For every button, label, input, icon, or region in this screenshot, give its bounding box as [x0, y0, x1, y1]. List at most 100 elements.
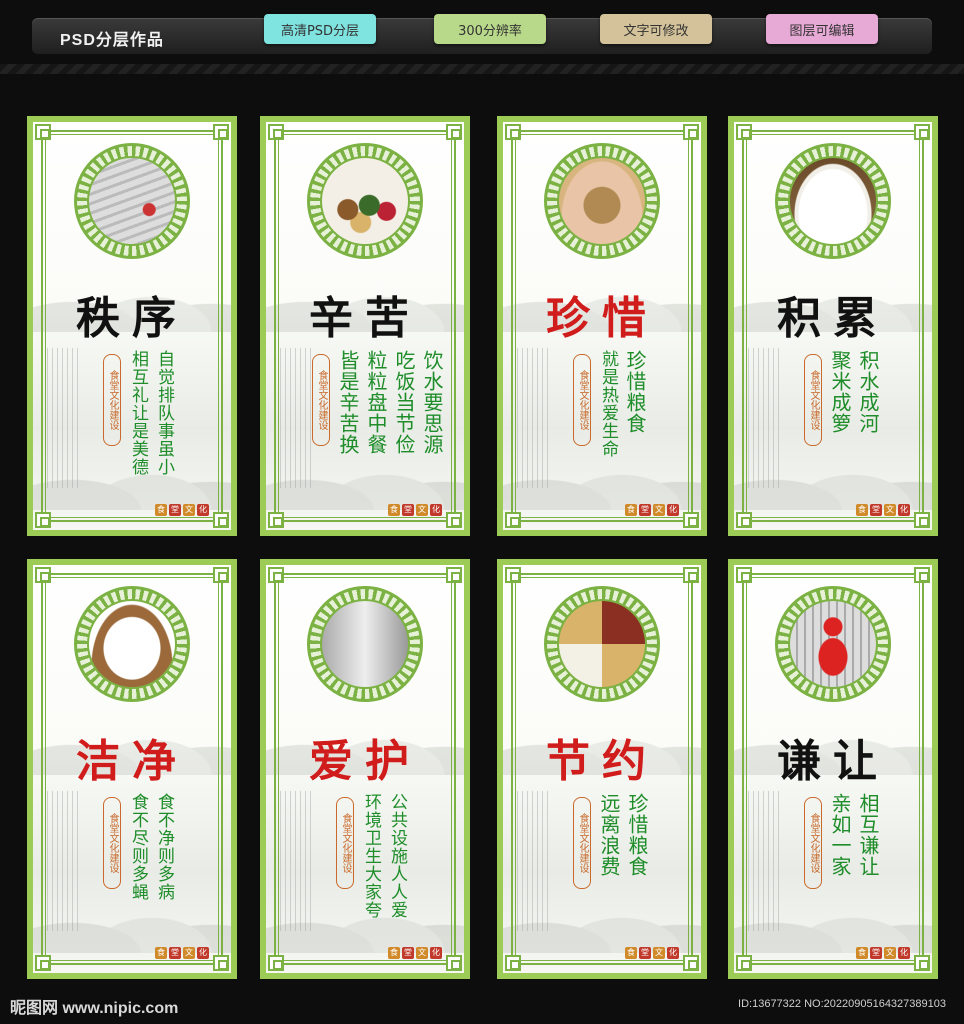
stamp-char: 堂 — [402, 947, 414, 959]
queue-figures-icon — [87, 156, 177, 246]
medallion-frame — [544, 586, 660, 702]
stamp-char: 化 — [430, 947, 442, 959]
poster-panel: 珍惜 食堂文化建设 珍惜粮食 就是热爱生命食堂文化 — [497, 116, 707, 536]
stamp-char: 文 — [884, 947, 896, 959]
motto-columns: 公共设施人人爱 环境卫生大家夸 — [360, 793, 408, 919]
poster-body: 辛苦 食堂文化建设 饮水要思源 吃饭当节俭 粒粒盘中餐 皆是辛苦换食堂文化 — [266, 122, 464, 530]
motto-columns: 积水成河 聚米成箩 — [828, 350, 880, 434]
canteen-culture-seal: 食堂文化建设 — [312, 354, 330, 446]
stamp-char: 堂 — [870, 504, 882, 516]
culture-stamp: 食堂文化 — [856, 504, 910, 516]
rice-basket-icon — [788, 156, 878, 246]
corner-ornament-icon — [914, 567, 930, 583]
medallion-frame — [775, 143, 891, 259]
divider-stripe — [0, 64, 964, 74]
corner-ornament-icon — [35, 512, 51, 528]
corner-ornament-icon — [683, 567, 699, 583]
stamp-char: 食 — [388, 947, 400, 959]
motto-line: 自觉排队事虽小 — [154, 350, 174, 476]
medallion-frame — [775, 586, 891, 702]
corner-ornament-icon — [446, 567, 462, 583]
tag-editable-layers: 图层可编辑 — [766, 14, 878, 44]
steel-pots-icon — [320, 599, 410, 689]
corner-ornament-icon — [683, 955, 699, 971]
stamp-char: 食 — [625, 504, 637, 516]
motto-columns: 珍惜粮食 就是热爱生命 — [597, 350, 647, 458]
motto-line: 粒粒盘中餐 — [364, 350, 388, 455]
decorative-text-texture — [280, 791, 314, 931]
canteen-culture-seal: 食堂文化建设 — [804, 354, 822, 446]
stamp-char: 化 — [197, 504, 209, 516]
motto-columns: 食不净则多病 食不尽则多蝇 — [127, 793, 175, 901]
corner-ornament-icon — [268, 567, 284, 583]
motto-line: 相互谦让 — [856, 793, 880, 877]
stamp-char: 食 — [625, 947, 637, 959]
red-leader-icon — [788, 599, 878, 689]
culture-stamp: 食堂文化 — [155, 947, 209, 959]
grain-bowls-icon — [320, 156, 410, 246]
motto-line: 远离浪费 — [597, 793, 621, 877]
corner-ornament-icon — [213, 955, 229, 971]
poster-body: 积累食堂文化建设 积水成河 聚米成箩食堂文化 — [734, 122, 932, 530]
poster-panel: 辛苦 食堂文化建设 饮水要思源 吃饭当节俭 粒粒盘中餐 皆是辛苦换食堂文化 — [260, 116, 470, 536]
corner-ornament-icon — [268, 512, 284, 528]
corner-ornament-icon — [446, 124, 462, 140]
stamp-char: 堂 — [639, 504, 651, 516]
stamp-char: 化 — [667, 504, 679, 516]
corner-ornament-icon — [505, 124, 521, 140]
motto-line: 珍惜粮食 — [625, 793, 649, 877]
motto-line: 环境卫生大家夸 — [361, 793, 381, 919]
corner-ornament-icon — [35, 124, 51, 140]
decorative-text-texture — [47, 348, 81, 488]
poster-panel: 节约 食堂文化建设 珍惜粮食 远离浪费食堂文化 — [497, 559, 707, 979]
poster-panel: 谦让 食堂文化建设 相互谦让 亲如一家食堂文化 — [728, 559, 938, 979]
corner-ornament-icon — [446, 955, 462, 971]
stamp-char: 文 — [416, 947, 428, 959]
stamp-char: 堂 — [639, 947, 651, 959]
stamp-char: 文 — [183, 504, 195, 516]
canteen-culture-seal: 食堂文化建设 — [336, 797, 354, 889]
corner-ornament-icon — [736, 955, 752, 971]
stamp-char: 化 — [197, 947, 209, 959]
tag-resolution: 300分辨率 — [434, 14, 546, 44]
stamp-char: 食 — [388, 504, 400, 516]
corner-ornament-icon — [736, 512, 752, 528]
culture-stamp: 食堂文化 — [388, 504, 442, 516]
motto-line: 相互礼让是美德 — [128, 350, 148, 476]
motto-line: 亲如一家 — [828, 793, 852, 877]
canteen-culture-seal: 食堂文化建设 — [804, 797, 822, 889]
stamp-char: 食 — [155, 947, 167, 959]
canteen-culture-seal: 食堂文化建设 — [573, 354, 591, 446]
corner-ornament-icon — [268, 955, 284, 971]
motto-line: 公共设施人人爱 — [387, 793, 407, 919]
motto-line: 积水成河 — [856, 350, 880, 434]
poster-body: 珍惜 食堂文化建设 珍惜粮食 就是热爱生命食堂文化 — [503, 122, 701, 530]
corner-ornament-icon — [914, 955, 930, 971]
stamp-char: 化 — [430, 504, 442, 516]
poster-headline: 洁净 — [76, 736, 188, 787]
hands-grain-icon — [557, 156, 647, 246]
motto-columns: 饮水要思源 吃饭当节俭 粒粒盘中餐 皆是辛苦换 — [336, 350, 444, 455]
stamp-char: 堂 — [169, 504, 181, 516]
canteen-culture-seal: 食堂文化建设 — [103, 354, 121, 446]
decorative-text-texture — [280, 348, 314, 488]
poster-headline: 谦让 — [777, 736, 889, 787]
stamp-char: 化 — [667, 947, 679, 959]
decorative-text-texture — [517, 791, 551, 931]
stamp-char: 化 — [898, 504, 910, 516]
poster-headline: 积累 — [777, 293, 889, 344]
poster-panel: 秩序 食堂文化建设 自觉排队事虽小 相互礼让是美德食堂文化 — [27, 116, 237, 536]
decorative-text-texture — [47, 791, 81, 931]
corner-ornament-icon — [446, 512, 462, 528]
corner-ornament-icon — [213, 512, 229, 528]
stamp-char: 文 — [416, 504, 428, 516]
motto-columns: 相互谦让 亲如一家 — [828, 793, 880, 877]
decorative-text-texture — [748, 791, 782, 931]
culture-stamp: 食堂文化 — [856, 947, 910, 959]
medallion-frame — [544, 143, 660, 259]
corner-ornament-icon — [505, 512, 521, 528]
medallion-frame — [307, 143, 423, 259]
corner-ornament-icon — [736, 567, 752, 583]
stamp-char: 食 — [155, 504, 167, 516]
image-id: ID:13677322 NO:20220905164327389103 — [738, 998, 946, 1010]
